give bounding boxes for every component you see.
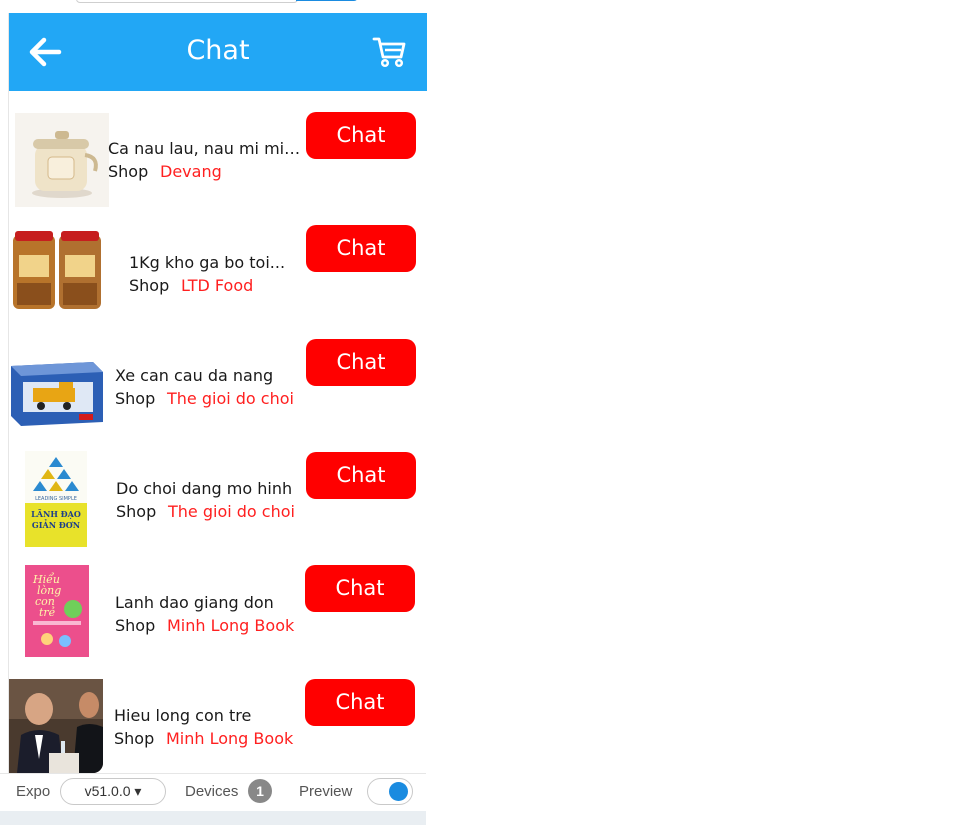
shop-label: Shop [115,389,156,408]
chat-button[interactable]: Chat [305,679,415,726]
top-action-button[interactable] [296,0,358,1]
page-bottom-edge [0,811,426,825]
shop-label: Shop [116,502,157,521]
url-field[interactable] [76,0,298,3]
browser-top-strip [0,0,426,13]
shop-label: Shop [129,276,170,295]
book-cover-line: GIẢN ĐƠN [32,520,80,530]
devices-count-badge: 1 [248,779,272,803]
shop-name[interactable]: Devang [160,162,222,181]
book-cover-image: LEADING SIMPLE LÃNH ĐẠO GIẢN ĐƠN [25,451,87,547]
item-name: Ca nau lau, nau mi mini... [108,139,304,158]
photo-people-image [9,679,103,773]
shop-name[interactable]: Minh Long Book [166,729,293,748]
chat-button[interactable]: Chat [305,565,415,612]
item-name: Hieu long con tre [114,706,252,725]
shop-name[interactable]: The gioi do choi [167,389,294,408]
list-item: Hiểu lòng con trẻ Lanh dao giang don Sho… [9,552,427,665]
chat-button[interactable]: Chat [306,225,416,272]
item-name: Lanh dao giang don [115,593,274,612]
preview-toggle[interactable] [367,778,413,805]
cart-icon[interactable] [371,35,407,69]
page-title: Chat [186,35,250,66]
version-dropdown[interactable]: v51.0.0 ▾ [60,778,166,805]
rice-cooker-image [15,113,109,207]
phone-screen: Chat Ca nau lau, nau mi mini... Shop Dev… [8,13,427,773]
toggle-knob [389,782,408,801]
devices-label[interactable]: Devices [185,783,238,800]
list-item: Xe can cau da nang Shop The gioi do choi… [9,326,427,439]
item-name: 1Kg kho ga bo toi... [129,253,286,272]
item-name: Xe can cau da nang [115,366,274,385]
book-cover-image: Hiểu lòng con trẻ [25,565,89,657]
item-name: Do choi dang mo hinh [116,479,293,498]
expo-label: Expo [16,783,51,800]
book-cover-line: LÃNH ĐẠO [31,509,81,519]
book-cover-line: LEADING SIMPLE [35,496,77,502]
book-cover-line: trẻ [39,606,56,619]
shop-label: Shop [115,616,156,635]
list-item: Ca nau lau, nau mi mini... Shop Devang C… [9,100,427,213]
chat-button[interactable]: Chat [306,452,416,499]
shop-label: Shop [108,162,149,181]
app-header: Chat [9,13,427,91]
toy-crane-box-image [9,338,103,432]
chat-button[interactable]: Chat [306,112,416,159]
list-item: LEADING SIMPLE LÃNH ĐẠO GIẢN ĐƠN Do choi… [9,439,427,552]
preview-label: Preview [299,783,353,800]
shop-name[interactable]: LTD Food [181,276,253,295]
shop-name[interactable]: The gioi do choi [168,502,295,521]
expo-toolbar: Expo v51.0.0 ▾ Devices 1 Preview [0,773,426,812]
shop-label: Shop [114,729,155,748]
jars-image [11,225,105,319]
shop-name[interactable]: Minh Long Book [167,616,294,635]
list-item: 1Kg kho ga bo toi... Shop LTD Food Chat [9,213,427,326]
chat-button[interactable]: Chat [306,339,416,386]
list-item: Hieu long con tre Shop Minh Long Book Ch… [9,665,427,773]
